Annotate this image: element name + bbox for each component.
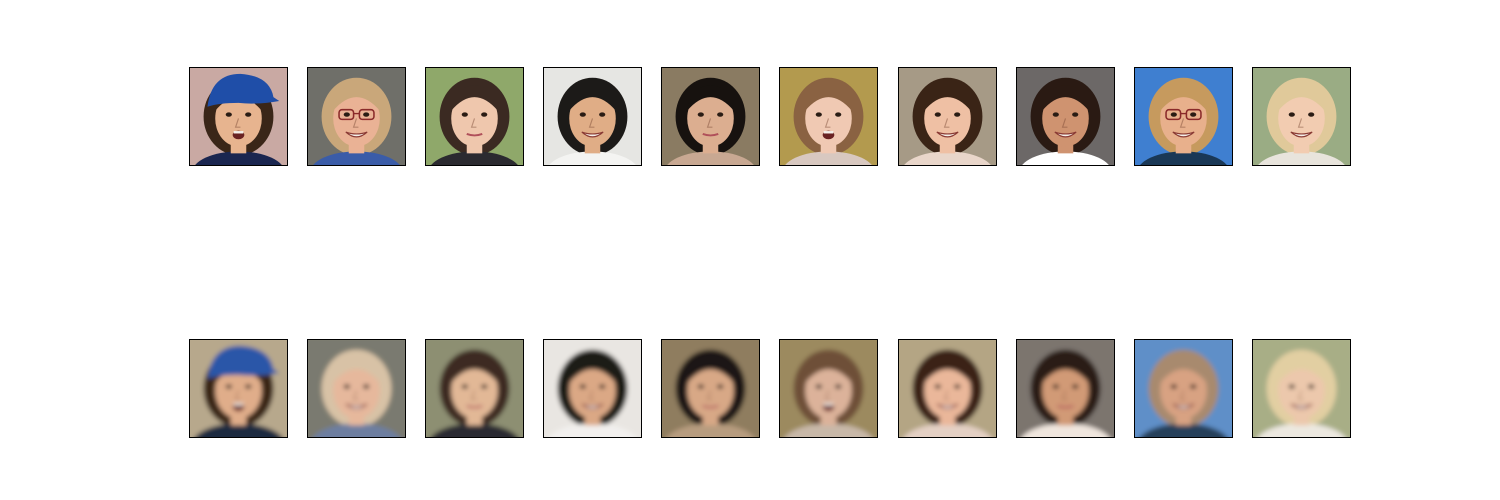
original-faces-row xyxy=(0,67,1500,167)
reconstructed-face-3 xyxy=(425,339,524,438)
reconstructed-face-9 xyxy=(1134,339,1233,438)
original-face-9 xyxy=(1134,67,1233,166)
reconstructed-face-10 xyxy=(1252,339,1351,438)
reconstructed-face-2 xyxy=(307,339,406,438)
original-face-1 xyxy=(189,67,288,166)
original-face-5 xyxy=(661,67,760,166)
original-face-3 xyxy=(425,67,524,166)
reconstructed-face-8 xyxy=(1016,339,1115,438)
reconstructed-face-7 xyxy=(898,339,997,438)
reconstructed-faces-row xyxy=(0,339,1500,439)
original-face-8 xyxy=(1016,67,1115,166)
original-face-6 xyxy=(779,67,878,166)
face-reconstruction-figure xyxy=(0,0,1500,500)
reconstructed-face-6 xyxy=(779,339,878,438)
original-face-4 xyxy=(543,67,642,166)
original-face-7 xyxy=(898,67,997,166)
reconstructed-face-5 xyxy=(661,339,760,438)
reconstructed-face-4 xyxy=(543,339,642,438)
reconstructed-face-1 xyxy=(189,339,288,438)
original-face-10 xyxy=(1252,67,1351,166)
original-face-2 xyxy=(307,67,406,166)
